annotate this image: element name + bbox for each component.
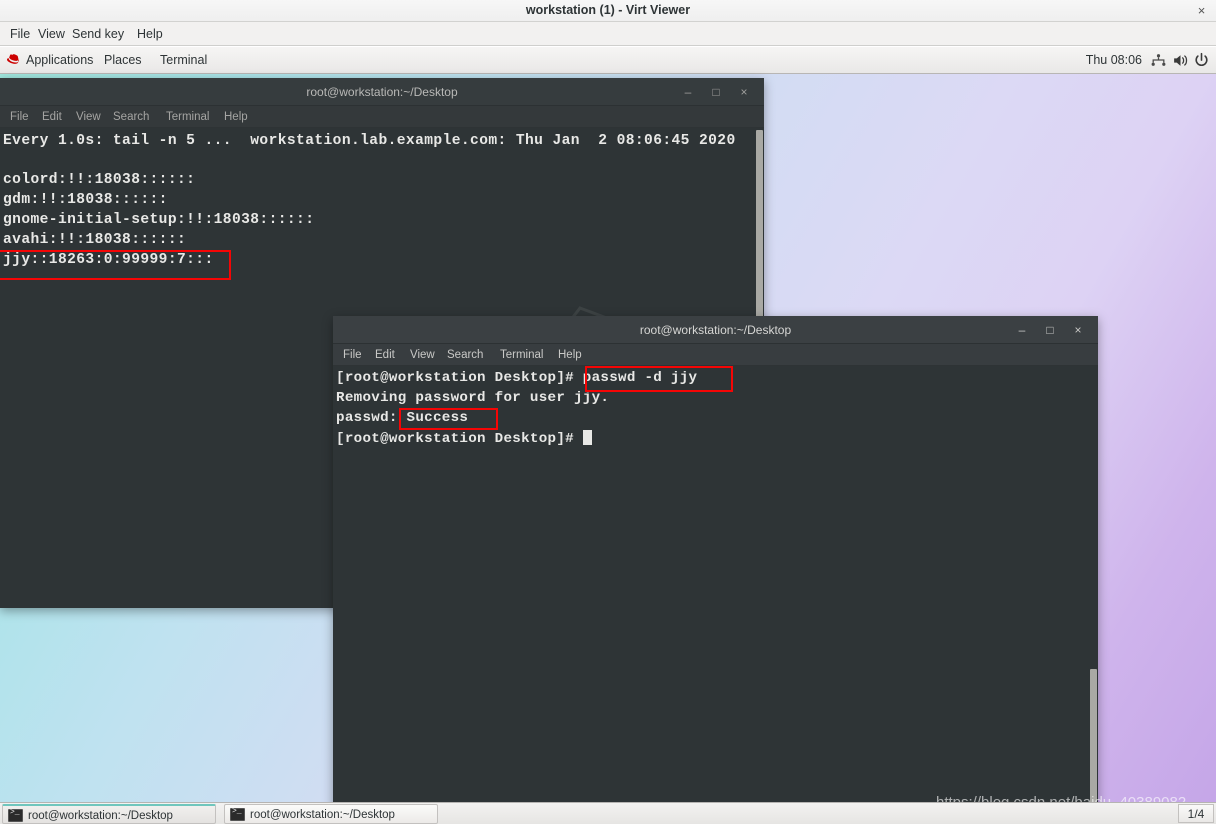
terminal-1-line-2: colord:!!:18038:::::: bbox=[3, 172, 196, 188]
terminal-icon bbox=[8, 808, 23, 822]
terminal-window-2[interactable]: root@workstation:~/Desktop – □ × File Ed… bbox=[333, 316, 1098, 810]
terminal-2-line-0: [root@workstation Desktop]# passwd -d jj… bbox=[336, 370, 698, 386]
taskbar-item-terminal-1[interactable]: root@workstation:~/Desktop bbox=[2, 804, 216, 824]
terminal-2-menu-search[interactable]: Search bbox=[447, 344, 483, 366]
terminal-2-scrollbar[interactable] bbox=[1089, 366, 1098, 809]
terminal-1-menu-help[interactable]: Help bbox=[224, 106, 248, 128]
terminal-1-line-0: Every 1.0s: tail -n 5 ... workstation.la… bbox=[3, 133, 736, 149]
taskbar-item-terminal-2[interactable]: root@workstation:~/Desktop bbox=[224, 804, 438, 824]
terminal-2-line-2: passwd: Success bbox=[336, 410, 469, 426]
taskbar-item-2-label: root@workstation:~/Desktop bbox=[250, 809, 395, 821]
terminal-1-menu-file[interactable]: File bbox=[10, 106, 29, 128]
minimize-icon[interactable]: – bbox=[1014, 322, 1030, 338]
text-cursor bbox=[582, 430, 592, 445]
panel-terminal-menu[interactable]: Terminal bbox=[160, 47, 207, 73]
terminal-1-menu-view[interactable]: View bbox=[76, 106, 101, 128]
terminal-2-body[interactable]: [root@workstation Desktop]# passwd -d jj… bbox=[333, 366, 1098, 809]
terminal-2-menu-terminal[interactable]: Terminal bbox=[500, 344, 543, 366]
gnome-top-panel: Applications Places Terminal Thu 08:06 bbox=[0, 47, 1216, 74]
close-icon[interactable]: × bbox=[736, 84, 752, 100]
terminal-1-line-3: gdm:!!:18038:::::: bbox=[3, 192, 168, 208]
terminal-2-menu-file[interactable]: File bbox=[343, 344, 362, 366]
taskbar-item-1-label: root@workstation:~/Desktop bbox=[28, 810, 173, 822]
terminal-2-line-3: [root@workstation Desktop]# bbox=[336, 430, 592, 447]
terminal-1-menubar: File Edit View Search Terminal Help bbox=[0, 106, 764, 128]
screen-root: workstation (1) - Virt Viewer × File Vie… bbox=[0, 0, 1216, 824]
power-icon[interactable] bbox=[1193, 52, 1210, 69]
menu-help[interactable]: Help bbox=[131, 22, 169, 46]
terminal-1-line-4: gnome-initial-setup:!!:18038:::::: bbox=[3, 212, 315, 228]
panel-applications-menu[interactable]: Applications bbox=[26, 47, 93, 73]
terminal-1-menu-terminal[interactable]: Terminal bbox=[166, 106, 209, 128]
maximize-icon[interactable]: □ bbox=[1042, 322, 1058, 338]
terminal-2-line-1: Removing password for user jjy. bbox=[336, 390, 610, 406]
terminal-2-prompt: [root@workstation Desktop]# bbox=[336, 431, 583, 447]
virt-viewer-titlebar: workstation (1) - Virt Viewer × bbox=[0, 0, 1216, 22]
panel-places-menu[interactable]: Places bbox=[104, 47, 142, 73]
menu-send-key[interactable]: Send key bbox=[66, 22, 130, 46]
redhat-logo-icon bbox=[7, 54, 19, 64]
terminal-2-titlebar[interactable]: root@workstation:~/Desktop – □ × bbox=[333, 316, 1098, 344]
gnome-taskbar: root@workstation:~/Desktop root@workstat… bbox=[0, 802, 1216, 824]
minimize-icon[interactable]: – bbox=[680, 84, 696, 100]
volume-icon[interactable] bbox=[1172, 52, 1189, 69]
terminal-1-menu-search[interactable]: Search bbox=[113, 106, 149, 128]
terminal-1-line-5: avahi:!!:18038:::::: bbox=[3, 232, 187, 248]
virt-viewer-menubar: File View Send key Help bbox=[0, 22, 1216, 46]
terminal-1-titlebar[interactable]: root@workstation:~/Desktop – □ × bbox=[0, 78, 764, 106]
virt-viewer-title: workstation (1) - Virt Viewer bbox=[525, 3, 691, 17]
terminal-2-menubar: File Edit View Search Terminal Help bbox=[333, 344, 1098, 366]
panel-clock[interactable]: Thu 08:06 bbox=[1086, 47, 1142, 73]
terminal-1-line-6: jjy::18263:0:99999:7::: bbox=[3, 252, 214, 268]
network-icon[interactable] bbox=[1150, 52, 1167, 69]
terminal-2-menu-view[interactable]: View bbox=[410, 344, 435, 366]
terminal-1-menu-edit[interactable]: Edit bbox=[42, 106, 62, 128]
terminal-2-title: root@workstation:~/Desktop bbox=[639, 323, 792, 337]
close-icon[interactable]: × bbox=[1194, 3, 1209, 18]
terminal-2-scroll-thumb[interactable] bbox=[1090, 669, 1097, 809]
terminal-icon bbox=[230, 807, 245, 821]
terminal-2-menu-edit[interactable]: Edit bbox=[375, 344, 395, 366]
terminal-1-title: root@workstation:~/Desktop bbox=[306, 85, 458, 99]
maximize-icon[interactable]: □ bbox=[708, 84, 724, 100]
workspace-indicator[interactable]: 1/4 bbox=[1178, 804, 1214, 823]
terminal-2-menu-help[interactable]: Help bbox=[558, 344, 582, 366]
close-icon[interactable]: × bbox=[1070, 322, 1086, 338]
